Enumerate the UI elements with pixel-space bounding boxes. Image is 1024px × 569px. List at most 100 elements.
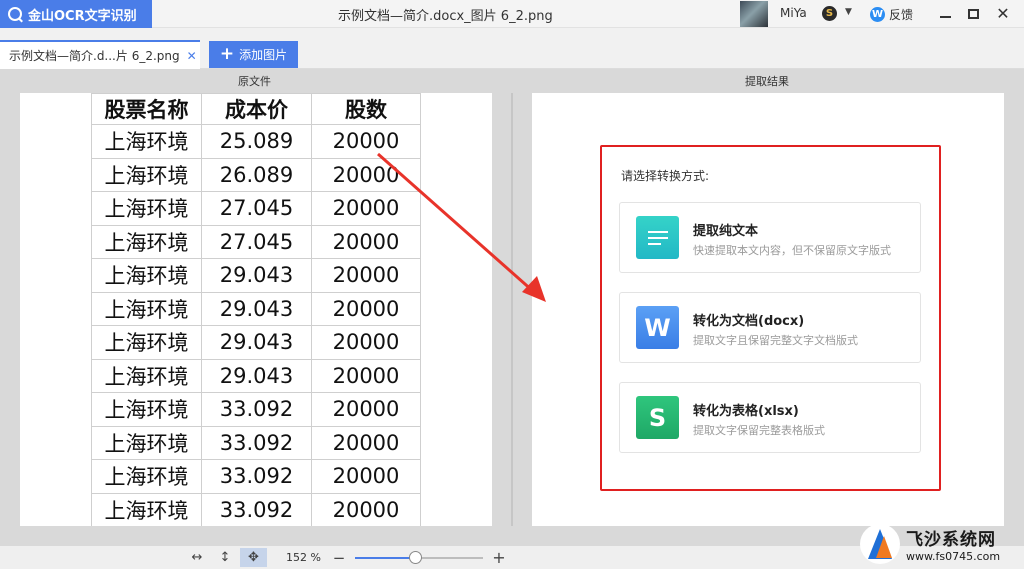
zoom-level: 152 % xyxy=(286,551,321,564)
spreadsheet-icon: S xyxy=(636,396,679,439)
username[interactable]: MiYa xyxy=(780,6,807,20)
tab-image-file[interactable]: 示例文档—简介.d...片 6_2.png ✕ xyxy=(0,40,200,69)
vip-badge-icon[interactable]: S xyxy=(822,6,837,21)
table-row: 上海环境 29.043 20000 xyxy=(91,358,421,393)
feedback-button[interactable]: W 反馈 xyxy=(870,4,913,24)
table-cell: 20000 xyxy=(311,459,421,494)
table-row: 上海环境 33.092 20000 xyxy=(91,425,421,460)
source-pane-label: 原文件 xyxy=(238,75,271,88)
table-cell: 上海环境 xyxy=(91,392,202,427)
chevron-down-icon[interactable]: ▼ xyxy=(845,7,852,17)
table-row: 上海环境 27.045 20000 xyxy=(91,224,421,259)
table-cell: 20000 xyxy=(311,224,421,259)
title-bar: 金山OCR文字识别 示例文档—简介.docx_图片 6_2.png MiYa S… xyxy=(0,0,1024,28)
pan-tool-icon[interactable]: ✥ xyxy=(240,548,267,567)
table-cell: 上海环境 xyxy=(91,291,202,326)
table-cell: 29.043 xyxy=(201,291,312,326)
table-cell: 20000 xyxy=(311,425,421,460)
table-cell: 20000 xyxy=(311,191,421,226)
app-brand: 金山OCR文字识别 xyxy=(0,0,152,28)
table-cell: 20000 xyxy=(311,492,421,526)
result-pane-label: 提取结果 xyxy=(745,75,789,88)
table-cell: 29.043 xyxy=(201,325,312,360)
minimize-icon xyxy=(939,16,951,18)
table-cell: 33.092 xyxy=(201,492,312,526)
table-row: 上海环境 29.043 20000 xyxy=(91,325,421,360)
source-image-pane[interactable]: 股票名称 成本价 股数 上海环境 25.089 20000 上海环境 26.089 200… xyxy=(20,93,492,526)
option-title: 转化为表格(xlsx) xyxy=(693,404,799,419)
word-doc-icon: W xyxy=(636,306,679,349)
option-description: 提取文字保留完整表格版式 xyxy=(693,424,825,437)
minimize-button[interactable] xyxy=(934,4,956,24)
table-row: 上海环境 25.089 20000 xyxy=(91,124,421,159)
option-title: 转化为文档(docx) xyxy=(693,314,805,329)
table-cell: 26.089 xyxy=(201,157,312,192)
add-image-button[interactable]: + 添加图片 xyxy=(209,41,298,68)
watermark-name: 飞沙系统网 xyxy=(906,530,996,550)
table-row: 上海环境 29.043 20000 xyxy=(91,291,421,326)
window-title: 示例文档—简介.docx_图片 6_2.png xyxy=(338,9,553,24)
table-cell: 27.045 xyxy=(201,191,312,226)
table-cell: 20000 xyxy=(311,124,421,159)
text-lines-icon xyxy=(636,216,679,259)
table-row: 上海环境 33.092 20000 xyxy=(91,392,421,427)
convert-to-xlsx-option[interactable]: S 转化为表格(xlsx) 提取文字保留完整表格版式 xyxy=(619,382,921,453)
table-cell: 上海环境 xyxy=(91,358,202,393)
zoom-out-icon[interactable]: − xyxy=(332,548,346,567)
table-cell: 上海环境 xyxy=(91,425,202,460)
table-cell: 上海环境 xyxy=(91,459,202,494)
slider-handle[interactable] xyxy=(409,551,423,564)
site-watermark: 飞沙系统网 www.fs0745.com xyxy=(860,521,1020,567)
tab-bar: 示例文档—简介.d...片 6_2.png ✕ + 添加图片 xyxy=(0,28,1024,69)
fit-width-icon[interactable]: ↔ xyxy=(188,548,206,567)
convert-to-docx-option[interactable]: W 转化为文档(docx) 提取文字且保留完整文字文档版式 xyxy=(619,292,921,363)
table-cell: 20000 xyxy=(311,157,421,192)
table-cell: 上海环境 xyxy=(91,157,202,192)
conversion-choice-box: 请选择转换方式: 提取纯文本 快速提取本文内容，但不保留原文字版式 W 转化为文… xyxy=(600,145,941,491)
column-header: 成本价 xyxy=(201,93,312,125)
table-cell: 上海环境 xyxy=(91,191,202,226)
table-cell: 20000 xyxy=(311,392,421,427)
table-cell: 20000 xyxy=(311,358,421,393)
table-row: 上海环境 27.045 20000 xyxy=(91,191,421,226)
feedback-label: 反馈 xyxy=(889,7,914,22)
table-cell: 20000 xyxy=(311,258,421,293)
source-stock-table: 股票名称 成本价 股数 上海环境 25.089 20000 上海环境 26.089 200… xyxy=(91,93,421,526)
watermark-url: www.fs0745.com xyxy=(906,550,1001,563)
table-cell: 20000 xyxy=(311,291,421,326)
table-cell: 上海环境 xyxy=(91,325,202,360)
tab-close-icon[interactable]: ✕ xyxy=(187,49,197,63)
table-cell: 27.045 xyxy=(201,224,312,259)
zoom-slider[interactable] xyxy=(355,549,485,566)
maximize-button[interactable] xyxy=(962,4,984,24)
column-header: 股票名称 xyxy=(91,93,202,125)
close-button[interactable]: ✕ xyxy=(992,4,1014,24)
plus-icon: + xyxy=(219,44,235,64)
fit-height-icon[interactable]: ↕ xyxy=(218,548,232,567)
table-header-row: 股票名称 成本价 股数 xyxy=(91,93,421,125)
add-image-label: 添加图片 xyxy=(239,48,288,62)
zoom-in-icon[interactable]: + xyxy=(492,548,506,567)
table-cell: 上海环境 xyxy=(91,224,202,259)
table-cell: 33.092 xyxy=(201,459,312,494)
table-row: 上海环境 33.092 20000 xyxy=(91,459,421,494)
option-description: 快速提取本文内容，但不保留原文字版式 xyxy=(693,244,891,257)
option-description: 提取文字且保留完整文字文档版式 xyxy=(693,334,858,347)
column-header: 股数 xyxy=(311,93,421,125)
slider-fill xyxy=(355,557,417,559)
ocr-logo-icon xyxy=(8,7,22,21)
table-cell: 29.043 xyxy=(201,258,312,293)
pane-divider[interactable] xyxy=(511,93,513,526)
table-cell: 33.092 xyxy=(201,392,312,427)
extract-plain-text-option[interactable]: 提取纯文本 快速提取本文内容，但不保留原文字版式 xyxy=(619,202,921,273)
table-row: 上海环境 29.043 20000 xyxy=(91,258,421,293)
table-cell: 20000 xyxy=(311,325,421,360)
avatar[interactable] xyxy=(740,1,768,27)
maximize-icon xyxy=(967,9,979,19)
table-cell: 33.092 xyxy=(201,425,312,460)
site-logo-icon xyxy=(860,524,900,564)
conversion-prompt: 请选择转换方式: xyxy=(621,169,710,183)
table-cell: 29.043 xyxy=(201,358,312,393)
table-cell: 25.089 xyxy=(201,124,312,159)
app-name: 金山OCR文字识别 xyxy=(28,8,137,24)
